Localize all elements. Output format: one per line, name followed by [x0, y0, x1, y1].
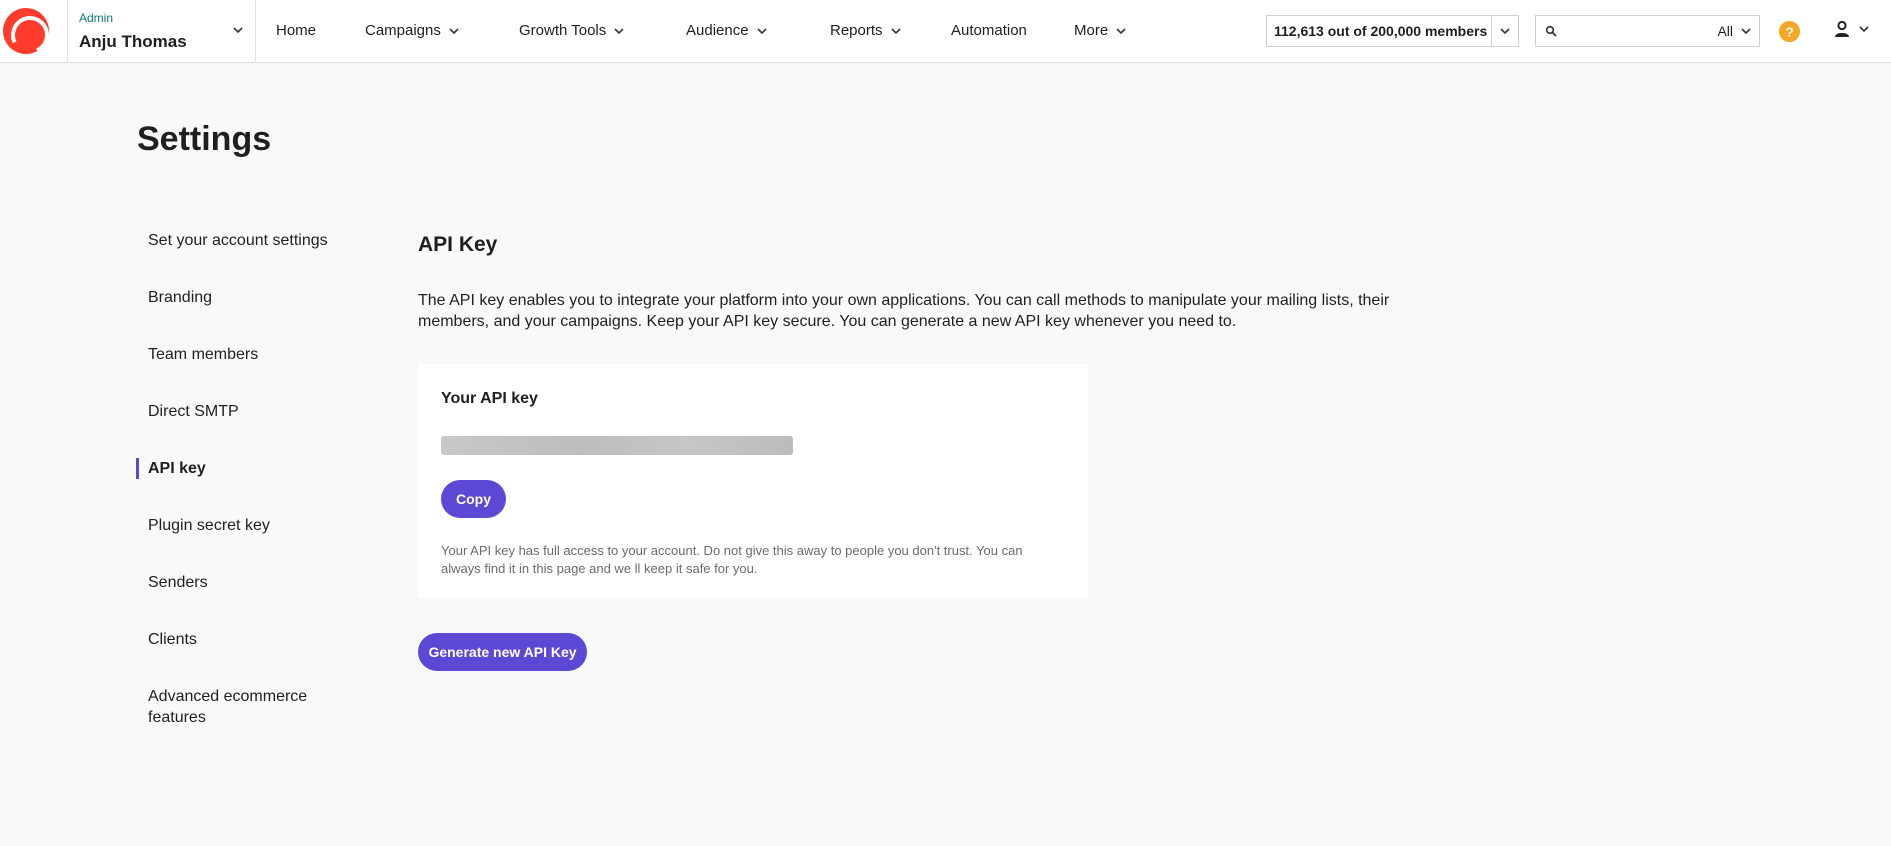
sidebar-item-plugin-secret-key[interactable]: Plugin secret key	[136, 515, 366, 536]
members-usage-dropdown[interactable]: 112,613 out of 200,000 members	[1266, 15, 1519, 47]
nav-reports-label: Reports	[830, 22, 883, 39]
user-menu[interactable]	[1833, 20, 1869, 38]
help-icon[interactable]: ?	[1779, 21, 1800, 42]
chevron-down-icon	[756, 27, 767, 34]
sidebar-item-direct-smtp[interactable]: Direct SMTP	[136, 401, 366, 422]
api-key-value-redacted	[441, 436, 793, 455]
sidebar-item-api-key[interactable]: API key	[136, 458, 366, 479]
nav-growth-tools-label: Growth Tools	[519, 22, 607, 39]
account-switcher[interactable]: Admin Anju Thomas	[67, 0, 256, 63]
chevron-down-icon[interactable]	[233, 22, 243, 40]
nav-automation[interactable]: Automation	[951, 22, 1027, 39]
nav-campaigns-label: Campaigns	[365, 22, 441, 39]
sidebar-item-clients[interactable]: Clients	[136, 629, 366, 650]
sidebar-item-account-settings[interactable]: Set your account settings	[136, 230, 366, 251]
members-usage-toggle[interactable]	[1491, 16, 1518, 46]
nav-more-label: More	[1074, 22, 1109, 39]
page-title: Settings	[137, 120, 272, 158]
copy-button[interactable]: Copy	[441, 480, 506, 518]
top-navigation-bar: Admin Anju Thomas Home Campaigns Growth …	[0, 0, 1891, 63]
nav-home[interactable]: Home	[276, 22, 316, 39]
api-key-card-title: Your API key	[441, 390, 538, 407]
section-title: API Key	[418, 233, 498, 256]
nav-audience-label: Audience	[686, 22, 749, 39]
sidebar-item-team-members[interactable]: Team members	[136, 344, 366, 365]
brand-logo-icon[interactable]	[3, 8, 49, 54]
generate-api-key-button[interactable]: Generate new API Key	[418, 633, 587, 671]
nav-home-label: Home	[276, 22, 317, 39]
chevron-down-icon	[1859, 26, 1869, 33]
sidebar-item-advanced-ecommerce[interactable]: Advanced ecommerce features	[136, 686, 326, 728]
search-icon	[1545, 24, 1557, 42]
chevron-down-icon	[1741, 28, 1751, 35]
members-usage-text: 112,613 out of 200,000 members	[1274, 23, 1488, 39]
chevron-down-icon	[614, 27, 624, 34]
global-search: All	[1535, 15, 1760, 47]
search-scope-label: All	[1717, 23, 1733, 39]
api-key-warning-note: Your API key has full access to your acc…	[441, 543, 1023, 576]
nav-audience[interactable]: Audience	[686, 22, 767, 39]
nav-campaigns[interactable]: Campaigns	[365, 22, 459, 39]
chevron-down-icon	[1116, 27, 1126, 34]
nav-more[interactable]: More	[1074, 22, 1126, 39]
user-icon	[1835, 20, 1849, 37]
chevron-down-icon	[449, 27, 459, 34]
account-role: Admin	[79, 11, 114, 25]
nav-reports[interactable]: Reports	[830, 22, 901, 39]
api-key-description: The API key enables you to integrate you…	[418, 292, 1390, 330]
search-input[interactable]	[1560, 19, 1700, 43]
sidebar-item-branding[interactable]: Branding	[136, 287, 366, 308]
search-scope-select[interactable]: All	[1717, 23, 1751, 39]
nav-growth-tools[interactable]: Growth Tools	[519, 22, 624, 39]
nav-automation-label: Automation	[951, 22, 1027, 39]
api-key-card: Your API key Copy Your API key has full …	[418, 364, 1088, 598]
chevron-down-icon	[1500, 28, 1510, 35]
sidebar-item-senders[interactable]: Senders	[136, 572, 366, 593]
chevron-down-icon	[890, 27, 901, 34]
account-name: Anju Thomas	[79, 32, 187, 51]
